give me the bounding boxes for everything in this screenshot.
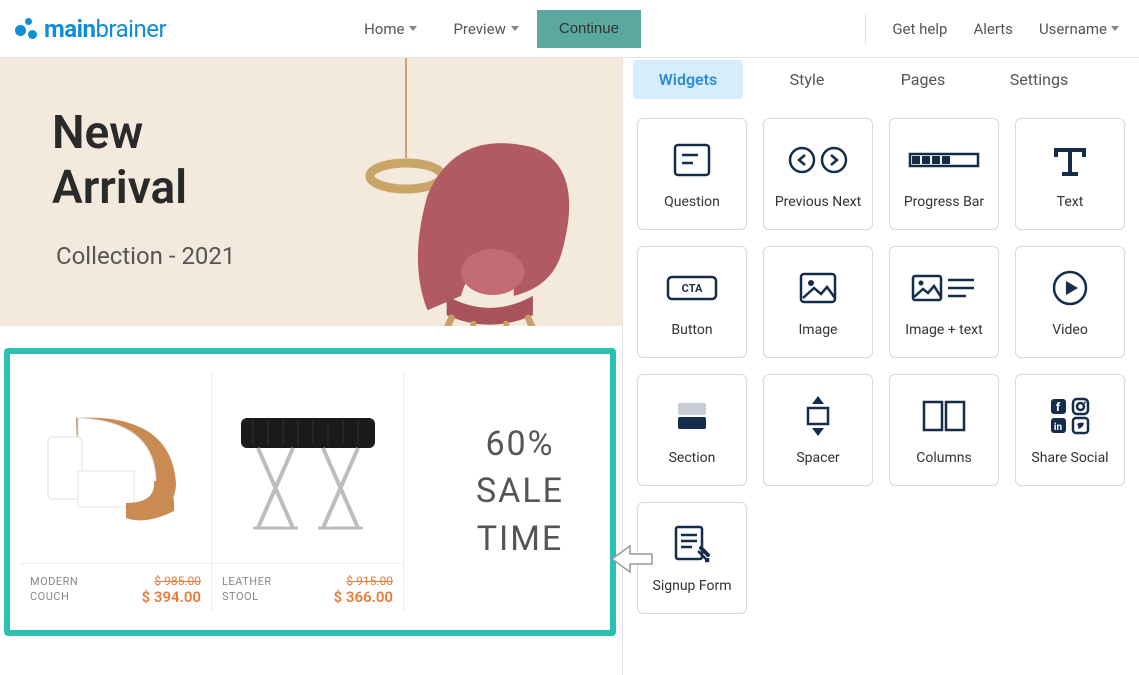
columns-icon [920,394,968,438]
widget-previous-next[interactable]: Previous Next [763,118,873,230]
widget-image[interactable]: Image [763,246,873,358]
product-image [20,372,211,563]
continue-button[interactable]: Continue [537,10,641,48]
widget-label: Section [669,450,716,466]
image-icon [797,266,839,310]
progress-bar-icon [908,138,980,182]
product-name: LEATHER STOOL [222,574,272,605]
selected-section[interactable]: MODERN COUCH $ 985.00 $ 394.00 [4,348,616,636]
logo-text: mainbrainer [44,15,166,43]
old-price: $ 915.00 [334,574,393,588]
tab-style[interactable]: Style [749,60,865,99]
previous-next-icon [786,138,850,182]
video-icon [1050,266,1090,310]
get-help-link[interactable]: Get help [892,20,947,38]
price-block: $ 915.00 $ 366.00 [334,574,393,606]
widget-label: Question [664,194,720,210]
widget-share-social[interactable]: f in Share Social [1015,374,1125,486]
sale-block: 60% SALE TIME [404,372,602,612]
username-menu[interactable]: Username [1039,20,1119,38]
caret-down-icon [409,26,417,31]
widget-label: Columns [916,450,971,466]
hero-title: New Arrival [52,106,187,216]
nav-preview-label: Preview [453,20,505,38]
widget-label: Button [671,322,712,338]
product-card[interactable]: MODERN COUCH $ 985.00 $ 394.00 [20,372,212,612]
widget-question[interactable]: Question [637,118,747,230]
preview-canvas[interactable]: New Arrival Collection - 2021 [0,58,622,675]
svg-text:f: f [1056,400,1061,414]
caret-down-icon [511,26,519,31]
sale-line-sale: SALE [476,468,564,516]
main-area: New Arrival Collection - 2021 [0,58,1139,675]
question-icon [671,138,713,182]
sale-line-percent: 60% [485,421,554,469]
widget-label: Image [799,322,838,338]
widget-label: Video [1052,322,1088,338]
widget-section[interactable]: Section [637,374,747,486]
widget-label: Signup Form [653,578,732,594]
new-price: $ 366.00 [334,588,393,606]
tab-widgets[interactable]: Widgets [633,60,743,99]
sale-line-time: TIME [477,516,564,564]
product-name: MODERN COUCH [30,574,78,605]
widget-video[interactable]: Video [1015,246,1125,358]
top-bar: mainbrainer Home Preview Continue Get he… [0,0,1139,58]
product-card[interactable]: LEATHER STOOL $ 915.00 $ 366.00 [212,372,404,612]
logo-mark-icon [12,17,38,41]
svg-text:CTA: CTA [682,282,703,295]
alerts-link[interactable]: Alerts [973,20,1013,38]
nav-preview[interactable]: Preview [435,10,536,48]
text-icon [1050,138,1090,182]
widget-text[interactable]: Text [1015,118,1125,230]
product-image [212,372,403,563]
widget-label: Progress Bar [904,194,984,210]
product-meta: LEATHER STOOL $ 915.00 $ 366.00 [212,563,403,612]
tab-pages[interactable]: Pages [865,60,981,99]
arrow-left-icon [610,544,654,574]
social-icons: f in [1047,394,1093,438]
right-panel: Widgets Style Pages Settings Question Pr… [622,58,1139,675]
widget-button[interactable]: CTA Button [637,246,747,358]
widget-image-text[interactable]: Image + text [889,246,999,358]
new-price: $ 394.00 [142,588,201,606]
widget-label: Text [1057,194,1084,210]
product-meta: MODERN COUCH $ 985.00 $ 394.00 [20,563,211,612]
caret-down-icon [1111,26,1119,31]
widget-spacer[interactable]: Spacer [763,374,873,486]
svg-text:in: in [1054,422,1063,433]
chair-image [370,118,600,326]
divider [865,14,866,44]
hero-section[interactable]: New Arrival Collection - 2021 [0,58,622,326]
widget-label: Spacer [796,450,839,466]
cta-button-icon: CTA [665,266,719,310]
tab-settings[interactable]: Settings [981,60,1097,99]
panel-tabs: Widgets Style Pages Settings [623,58,1139,102]
nav-home[interactable]: Home [346,10,435,48]
logo[interactable]: mainbrainer [12,15,166,43]
username-label: Username [1039,20,1107,38]
nav-home-label: Home [364,20,404,38]
spacer-icon [800,394,836,438]
widget-columns[interactable]: Columns [889,374,999,486]
product-row: MODERN COUCH $ 985.00 $ 394.00 [10,354,610,630]
nav-right: Get help Alerts Username [865,14,1119,44]
nav-center: Home Preview Continue [346,10,641,48]
widget-label: Share Social [1031,450,1108,466]
section-icon [672,394,712,438]
widget-progress-bar[interactable]: Progress Bar [889,118,999,230]
signup-form-icon [670,522,714,566]
widget-label: Image + text [905,322,982,338]
hero-subtitle: Collection - 2021 [56,242,235,270]
price-block: $ 985.00 $ 394.00 [142,574,201,606]
old-price: $ 985.00 [142,574,201,588]
widget-label: Previous Next [775,194,861,210]
image-text-icon [910,266,978,310]
widget-grid: Question Previous Next Progress Bar Text [623,102,1139,630]
